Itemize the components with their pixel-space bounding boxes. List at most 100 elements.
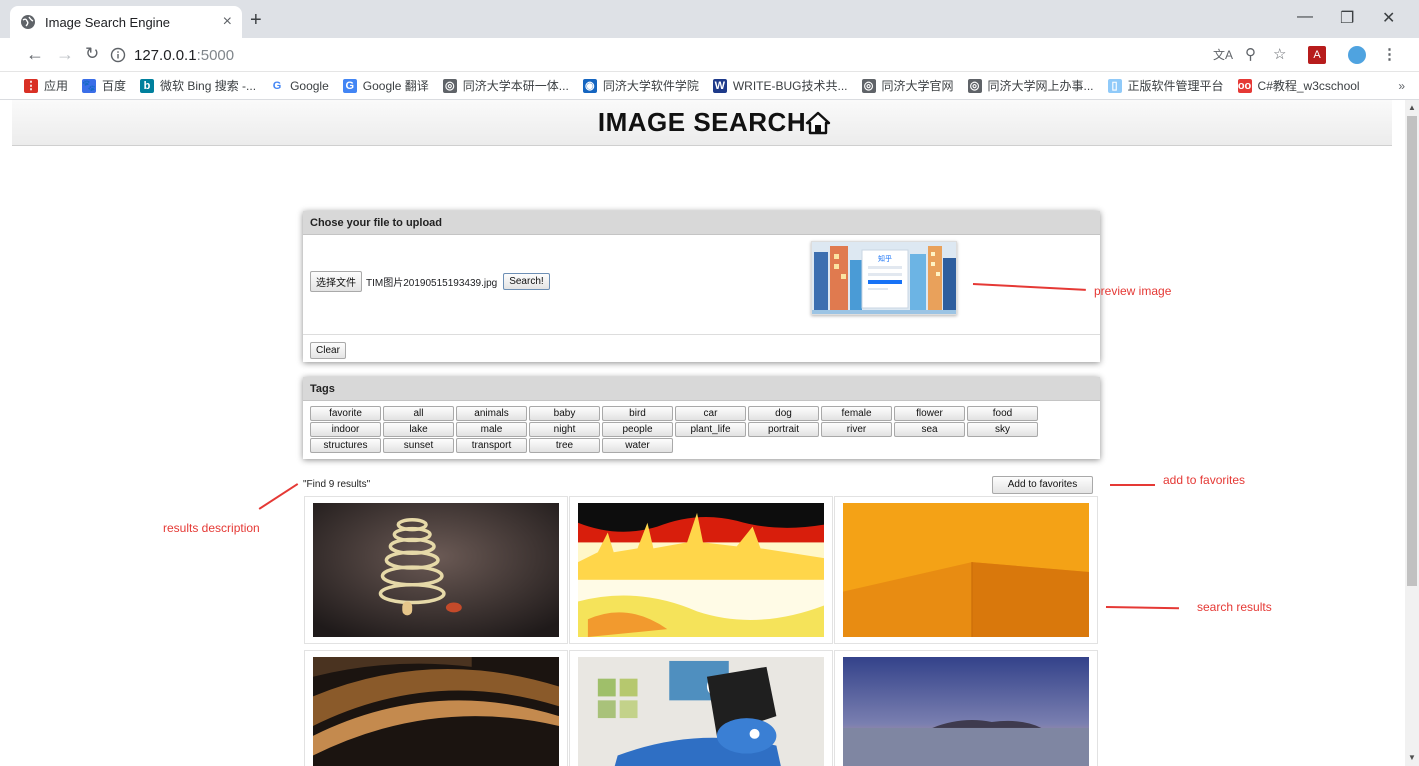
tag-button[interactable]: male (456, 422, 527, 437)
bookmark-item[interactable]: ◎ 同济大学本研一体... (442, 77, 569, 94)
tag-button[interactable]: transport (456, 438, 527, 453)
bookmark-label: 同济大学本研一体... (462, 79, 569, 93)
bookmarks-overflow-icon[interactable]: » (1398, 79, 1405, 93)
bookmark-favicon-icon: ◎ (861, 78, 876, 93)
result-image[interactable] (843, 657, 1089, 766)
result-thumbnail[interactable] (834, 496, 1098, 644)
tag-button[interactable]: food (967, 406, 1038, 421)
translate-icon[interactable]: 文A (1213, 47, 1233, 63)
bookmark-item[interactable]: oo C#教程_w3cschool (1237, 77, 1360, 94)
minimize-icon[interactable]: — (1297, 8, 1313, 26)
favorites-annotation: add to favorites (1163, 473, 1246, 487)
result-image[interactable] (843, 503, 1089, 637)
chosen-file-name: TIM图片20190515193439.jpg (366, 278, 498, 289)
globe-icon (21, 15, 35, 29)
result-image[interactable] (578, 503, 824, 637)
tag-button[interactable]: plant_life (675, 422, 746, 437)
forward-icon[interactable]: → (56, 44, 74, 64)
reload-icon[interactable]: ↻ (85, 44, 99, 64)
home-icon[interactable] (805, 110, 831, 136)
menu-icon[interactable]: ⋮ (1382, 47, 1397, 63)
bookmarks-bar: ⋮ 应用 🐾 百度 b 微软 Bing 搜索 -... G Google G Google 翻译 ◎… (0, 72, 1419, 100)
bookmark-favicon-icon: ◉ (582, 78, 597, 93)
tag-button[interactable]: water (602, 438, 673, 453)
tag-button[interactable]: indoor (310, 422, 381, 437)
acrobat-extension-icon[interactable]: A (1308, 46, 1326, 64)
result-thumbnail[interactable] (569, 496, 833, 644)
site-header: IMAGE SEARCH (12, 100, 1392, 146)
page-viewport: IMAGE SEARCH Chose your file to upload 选… (0, 100, 1405, 766)
tag-button[interactable]: sunset (383, 438, 454, 453)
scroll-up-icon[interactable]: ▲ (1408, 103, 1416, 112)
tag-button[interactable]: sky (967, 422, 1038, 437)
bookmark-star-icon[interactable]: ☆ (1273, 47, 1286, 63)
result-thumbnail[interactable] (834, 650, 1098, 766)
tag-button[interactable]: dog (748, 406, 819, 421)
bookmark-favicon-icon: G (342, 78, 357, 93)
add-to-favorites-button[interactable]: Add to favorites (992, 476, 1093, 494)
bookmark-item[interactable]: b 微软 Bing 搜索 -... (140, 77, 256, 94)
bookmark-item[interactable]: ◎ 同济大学网上办事... (967, 77, 1094, 94)
url-host: 127.0.0.1 (134, 46, 197, 64)
bookmark-label: C#教程_w3cschool (1257, 79, 1360, 93)
bookmark-label: 百度 (102, 79, 127, 93)
result-thumbnail[interactable] (569, 650, 833, 766)
bookmark-favicon-icon: 🐾 (82, 78, 97, 93)
result-image[interactable] (313, 503, 559, 637)
description-annotation: results description (163, 521, 260, 535)
tag-button[interactable]: sea (894, 422, 965, 437)
tag-button[interactable]: female (821, 406, 892, 421)
info-icon[interactable] (110, 47, 126, 63)
result-thumbnail[interactable] (304, 496, 568, 644)
tag-button[interactable]: people (602, 422, 673, 437)
tab-close-icon[interactable]: × (223, 13, 232, 31)
preview-annotation: preview image (1094, 284, 1172, 298)
tag-button[interactable]: tree (529, 438, 600, 453)
back-icon[interactable]: ← (26, 44, 44, 64)
results-annotation: search results (1197, 600, 1272, 614)
result-image-graffiti (578, 657, 824, 766)
zoom-icon[interactable]: ⚲ (1245, 47, 1256, 63)
bookmark-favicon-icon: ⋮ (24, 78, 38, 93)
new-tab-button[interactable]: + (250, 10, 262, 30)
page-scrollbar[interactable]: ▲ ▼ (1405, 100, 1419, 766)
scroll-down-icon[interactable]: ▼ (1408, 753, 1416, 762)
bookmark-item[interactable]: W WRITE-BUG技术共... (712, 77, 848, 94)
tag-button[interactable]: favorite (310, 406, 381, 421)
browser-tab[interactable]: Image Search Engine × (10, 6, 242, 38)
window-close-icon[interactable]: ✕ (1382, 8, 1395, 28)
tag-button[interactable]: animals (456, 406, 527, 421)
result-image[interactable] (578, 657, 824, 766)
tag-button[interactable]: baby (529, 406, 600, 421)
tab-strip: Image Search Engine × + — ❐ ✕ (0, 0, 1419, 38)
tag-button[interactable]: night (529, 422, 600, 437)
tag-button[interactable]: lake (383, 422, 454, 437)
bookmark-label: 同济大学软件学院 (602, 79, 699, 93)
result-image[interactable] (313, 657, 559, 766)
tags-grid: favorite all animals baby bird car dog female fl… (303, 401, 1100, 459)
bookmark-item[interactable]: ◉ 同济大学软件学院 (582, 77, 699, 94)
tag-button[interactable]: flower (894, 406, 965, 421)
address-bar[interactable]: 127.0.0.1:5000 (110, 42, 1210, 68)
result-thumbnail[interactable] (304, 650, 568, 766)
bookmark-item[interactable]: ▯ 正版软件管理平台 (1107, 77, 1224, 94)
bookmark-item[interactable]: G Google 翻译 (342, 77, 429, 94)
scrollbar-thumb[interactable] (1407, 116, 1417, 586)
tag-button[interactable]: all (383, 406, 454, 421)
restore-icon[interactable]: ❐ (1340, 8, 1354, 28)
tag-button[interactable]: bird (602, 406, 673, 421)
choose-file-button[interactable]: 选择文件 (310, 271, 362, 292)
bookmark-item[interactable]: 🐾 百度 (82, 77, 126, 94)
bookmark-item[interactable]: G Google (270, 78, 329, 93)
tag-button[interactable]: portrait (748, 422, 819, 437)
search-button[interactable]: Search! (503, 273, 550, 290)
bookmark-favicon-icon: G (270, 78, 285, 93)
tag-button[interactable]: structures (310, 438, 381, 453)
bookmark-label: WRITE-BUG技术共... (732, 79, 848, 93)
bookmark-item[interactable]: ⋮ 应用 (24, 77, 68, 94)
clear-button[interactable]: Clear (310, 342, 346, 359)
tag-button[interactable]: river (821, 422, 892, 437)
profile-avatar-icon[interactable] (1348, 46, 1366, 64)
bookmark-item[interactable]: ◎ 同济大学官网 (861, 77, 954, 94)
tag-button[interactable]: car (675, 406, 746, 421)
